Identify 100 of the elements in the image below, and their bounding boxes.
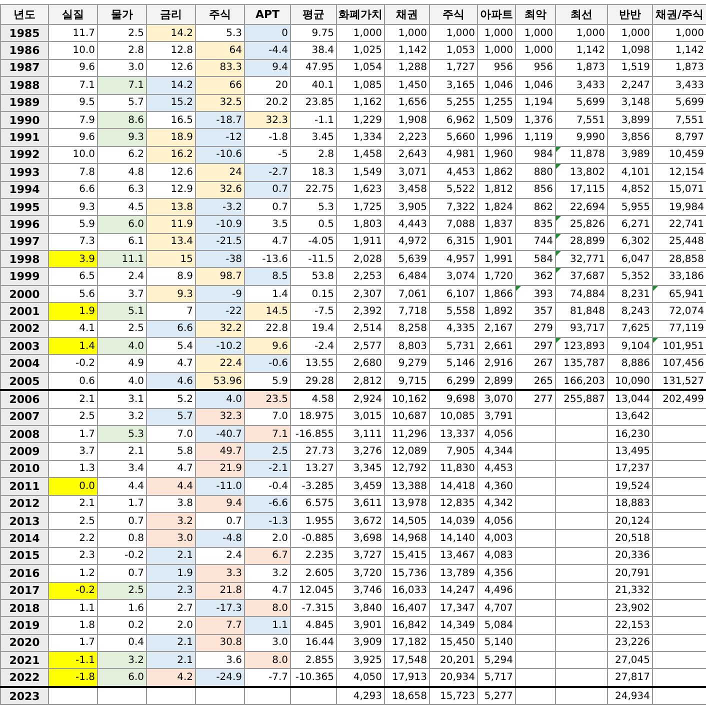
table-cell: 4.9 (98, 354, 146, 372)
table-cell: 1,142 (384, 42, 430, 60)
table-cell: 4.4 (146, 478, 196, 496)
table-cell: 11,878 (556, 146, 608, 164)
table-cell: 11,296 (384, 425, 430, 443)
table-cell: -1.3 (244, 512, 290, 530)
table-cell: 47.95 (290, 59, 336, 77)
table-cell: 22.4 (196, 354, 244, 372)
row-header: 1997 (0, 233, 48, 251)
table-cell: 1,255 (478, 94, 516, 112)
table-cell: 6,315 (430, 233, 478, 251)
table-cell: 1,725 (336, 198, 384, 216)
table-cell: 21,332 (608, 582, 652, 600)
table-cell: 13,044 (608, 390, 652, 408)
table-cell: 13,337 (430, 425, 478, 443)
table-cell: 0.5 (290, 216, 336, 234)
row-header: 1990 (0, 111, 48, 129)
table-cell: 10.0 (48, 146, 98, 164)
table-cell: 0.7 (244, 198, 290, 216)
table-cell: 1,000 (384, 24, 430, 42)
table-cell: 12.045 (290, 582, 336, 600)
table-cell: 4,342 (478, 495, 516, 512)
table-cell: 13,802 (556, 164, 608, 182)
table-cell: -10.2 (196, 338, 244, 355)
table-cell: 297 (516, 338, 556, 355)
column-header: APT (244, 4, 290, 24)
table-cell: 1,000 (430, 24, 478, 42)
table-cell: 4,360 (478, 478, 516, 496)
table-cell: 29.28 (290, 372, 336, 390)
table-cell: 20,518 (608, 530, 652, 548)
row-header: 1986 (0, 42, 48, 60)
table-cell: 3,148 (608, 94, 652, 112)
table-cell: 2.605 (290, 564, 336, 582)
table-cell: 4,083 (478, 547, 516, 565)
table-cell: 6,107 (430, 285, 478, 303)
table-cell: 16,842 (384, 616, 430, 634)
table-cell: 19.4 (290, 320, 336, 338)
table-cell: 4,981 (430, 146, 478, 164)
row-header: 2005 (0, 372, 48, 390)
table-cell: 81,848 (556, 302, 608, 320)
table-cell: 5,277 (478, 686, 516, 705)
table-cell: 9,715 (384, 372, 430, 390)
column-header: 년도 (0, 4, 48, 24)
table-cell: 856 (516, 181, 556, 198)
table-cell: 279 (516, 320, 556, 338)
table-cell: 4.8 (98, 164, 146, 182)
table-cell: 3,015 (336, 408, 384, 426)
table-cell: 11.1 (98, 250, 146, 268)
table-cell: 9,698 (430, 390, 478, 408)
table-cell: 862 (516, 198, 556, 216)
table-cell: 37,687 (556, 268, 608, 286)
table-cell: 32.6 (196, 181, 244, 198)
table-cell: 4,050 (336, 668, 384, 687)
table-cell: 5,522 (430, 181, 478, 198)
row-header: 2015 (0, 547, 48, 565)
table-cell: 7,625 (608, 320, 652, 338)
table-cell: 1,000 (478, 24, 516, 42)
table-cell: 3,901 (336, 616, 384, 634)
table-cell: 265 (516, 372, 556, 390)
table-cell: -3.2 (196, 198, 244, 216)
table-cell: 13,467 (430, 547, 478, 565)
column-header: 물가 (98, 4, 146, 24)
table-cell: 2,307 (336, 285, 384, 303)
table-cell: 6,271 (608, 216, 652, 234)
table-cell: 9.3 (48, 198, 98, 216)
row-header: 2019 (0, 616, 48, 634)
table-cell: 6,299 (430, 372, 478, 390)
table-cell: 25,826 (556, 216, 608, 234)
table-cell: 4,101 (608, 164, 652, 182)
table-cell: 17,347 (430, 599, 478, 617)
table-cell: 4.845 (290, 616, 336, 634)
table-cell: 15,450 (430, 634, 478, 652)
table-cell: 27,045 (608, 652, 652, 669)
table-cell: -7.5 (290, 302, 336, 320)
table-cell: 1.9 (48, 302, 98, 320)
table-cell: 24,934 (608, 686, 652, 705)
table-cell: -0.885 (290, 530, 336, 548)
table-cell: 4,443 (384, 216, 430, 234)
table-cell: 2,577 (336, 338, 384, 355)
table-cell: 11.7 (48, 24, 98, 42)
table-cell: 16,033 (384, 582, 430, 600)
table-cell: 2,916 (478, 354, 516, 372)
table-cell: -11.5 (290, 250, 336, 268)
table-cell: 21.8 (196, 582, 244, 600)
table-cell: 8,231 (608, 285, 652, 303)
table-cell: 3,899 (608, 111, 652, 129)
table-cell: 6,047 (608, 250, 652, 268)
table-cell: 9.75 (290, 24, 336, 42)
table-cell: 744 (516, 233, 556, 251)
table-cell: 17,115 (556, 181, 608, 198)
table-cell: 17,182 (384, 634, 430, 652)
table-cell: 14,140 (430, 530, 478, 548)
table-cell: 3,458 (384, 181, 430, 198)
table-cell: 17,913 (384, 668, 430, 687)
table-cell: 7,322 (430, 198, 478, 216)
table-cell: 1,053 (430, 42, 478, 60)
table-cell: 1,509 (478, 111, 516, 129)
table-cell: 1.8 (48, 616, 98, 634)
table-cell: 3,791 (478, 408, 516, 426)
table-cell: 7.7 (196, 616, 244, 634)
